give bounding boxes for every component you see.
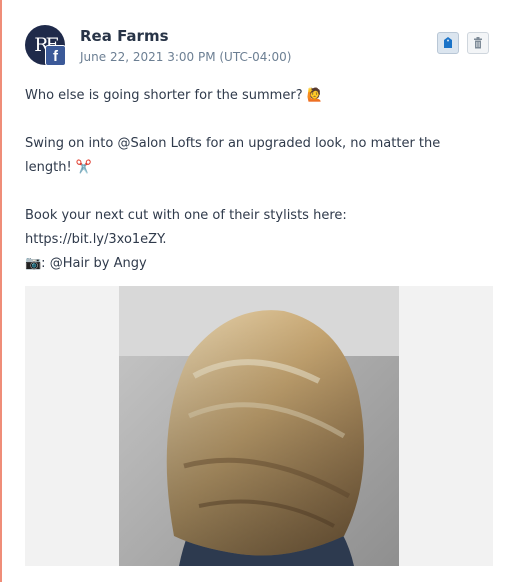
tag-button[interactable] xyxy=(437,32,459,54)
photo-hair-bob-image xyxy=(119,286,399,566)
social-post-card: RF f Rea Farms June 22, 2021 3:00 PM (UT… xyxy=(25,25,493,566)
post-timestamp: June 22, 2021 3:00 PM (UTC-04:00) xyxy=(80,50,292,64)
post-line: length! ✂️ xyxy=(25,160,92,175)
post-line: Who else is going shorter for the summer… xyxy=(25,88,323,103)
post-header: RF f Rea Farms June 22, 2021 3:00 PM (UT… xyxy=(25,25,493,73)
facebook-icon: f xyxy=(45,45,66,66)
post-link[interactable]: https://bit.ly/3xo1eZY. xyxy=(25,228,493,252)
tag-icon xyxy=(444,37,452,48)
author-name: Rea Farms xyxy=(80,27,169,45)
trash-icon xyxy=(474,37,482,49)
post-text: Who else is going shorter for the summer… xyxy=(25,84,493,276)
left-accent-bar xyxy=(0,0,2,582)
post-media[interactable] xyxy=(25,286,493,566)
post-line: Book your next cut with one of their sty… xyxy=(25,208,347,223)
post-line: Swing on into @Salon Lofts for an upgrad… xyxy=(25,136,441,151)
post-actions xyxy=(437,32,489,54)
delete-button[interactable] xyxy=(467,32,489,54)
post-line: 📷: @Hair by Angy xyxy=(25,256,147,271)
